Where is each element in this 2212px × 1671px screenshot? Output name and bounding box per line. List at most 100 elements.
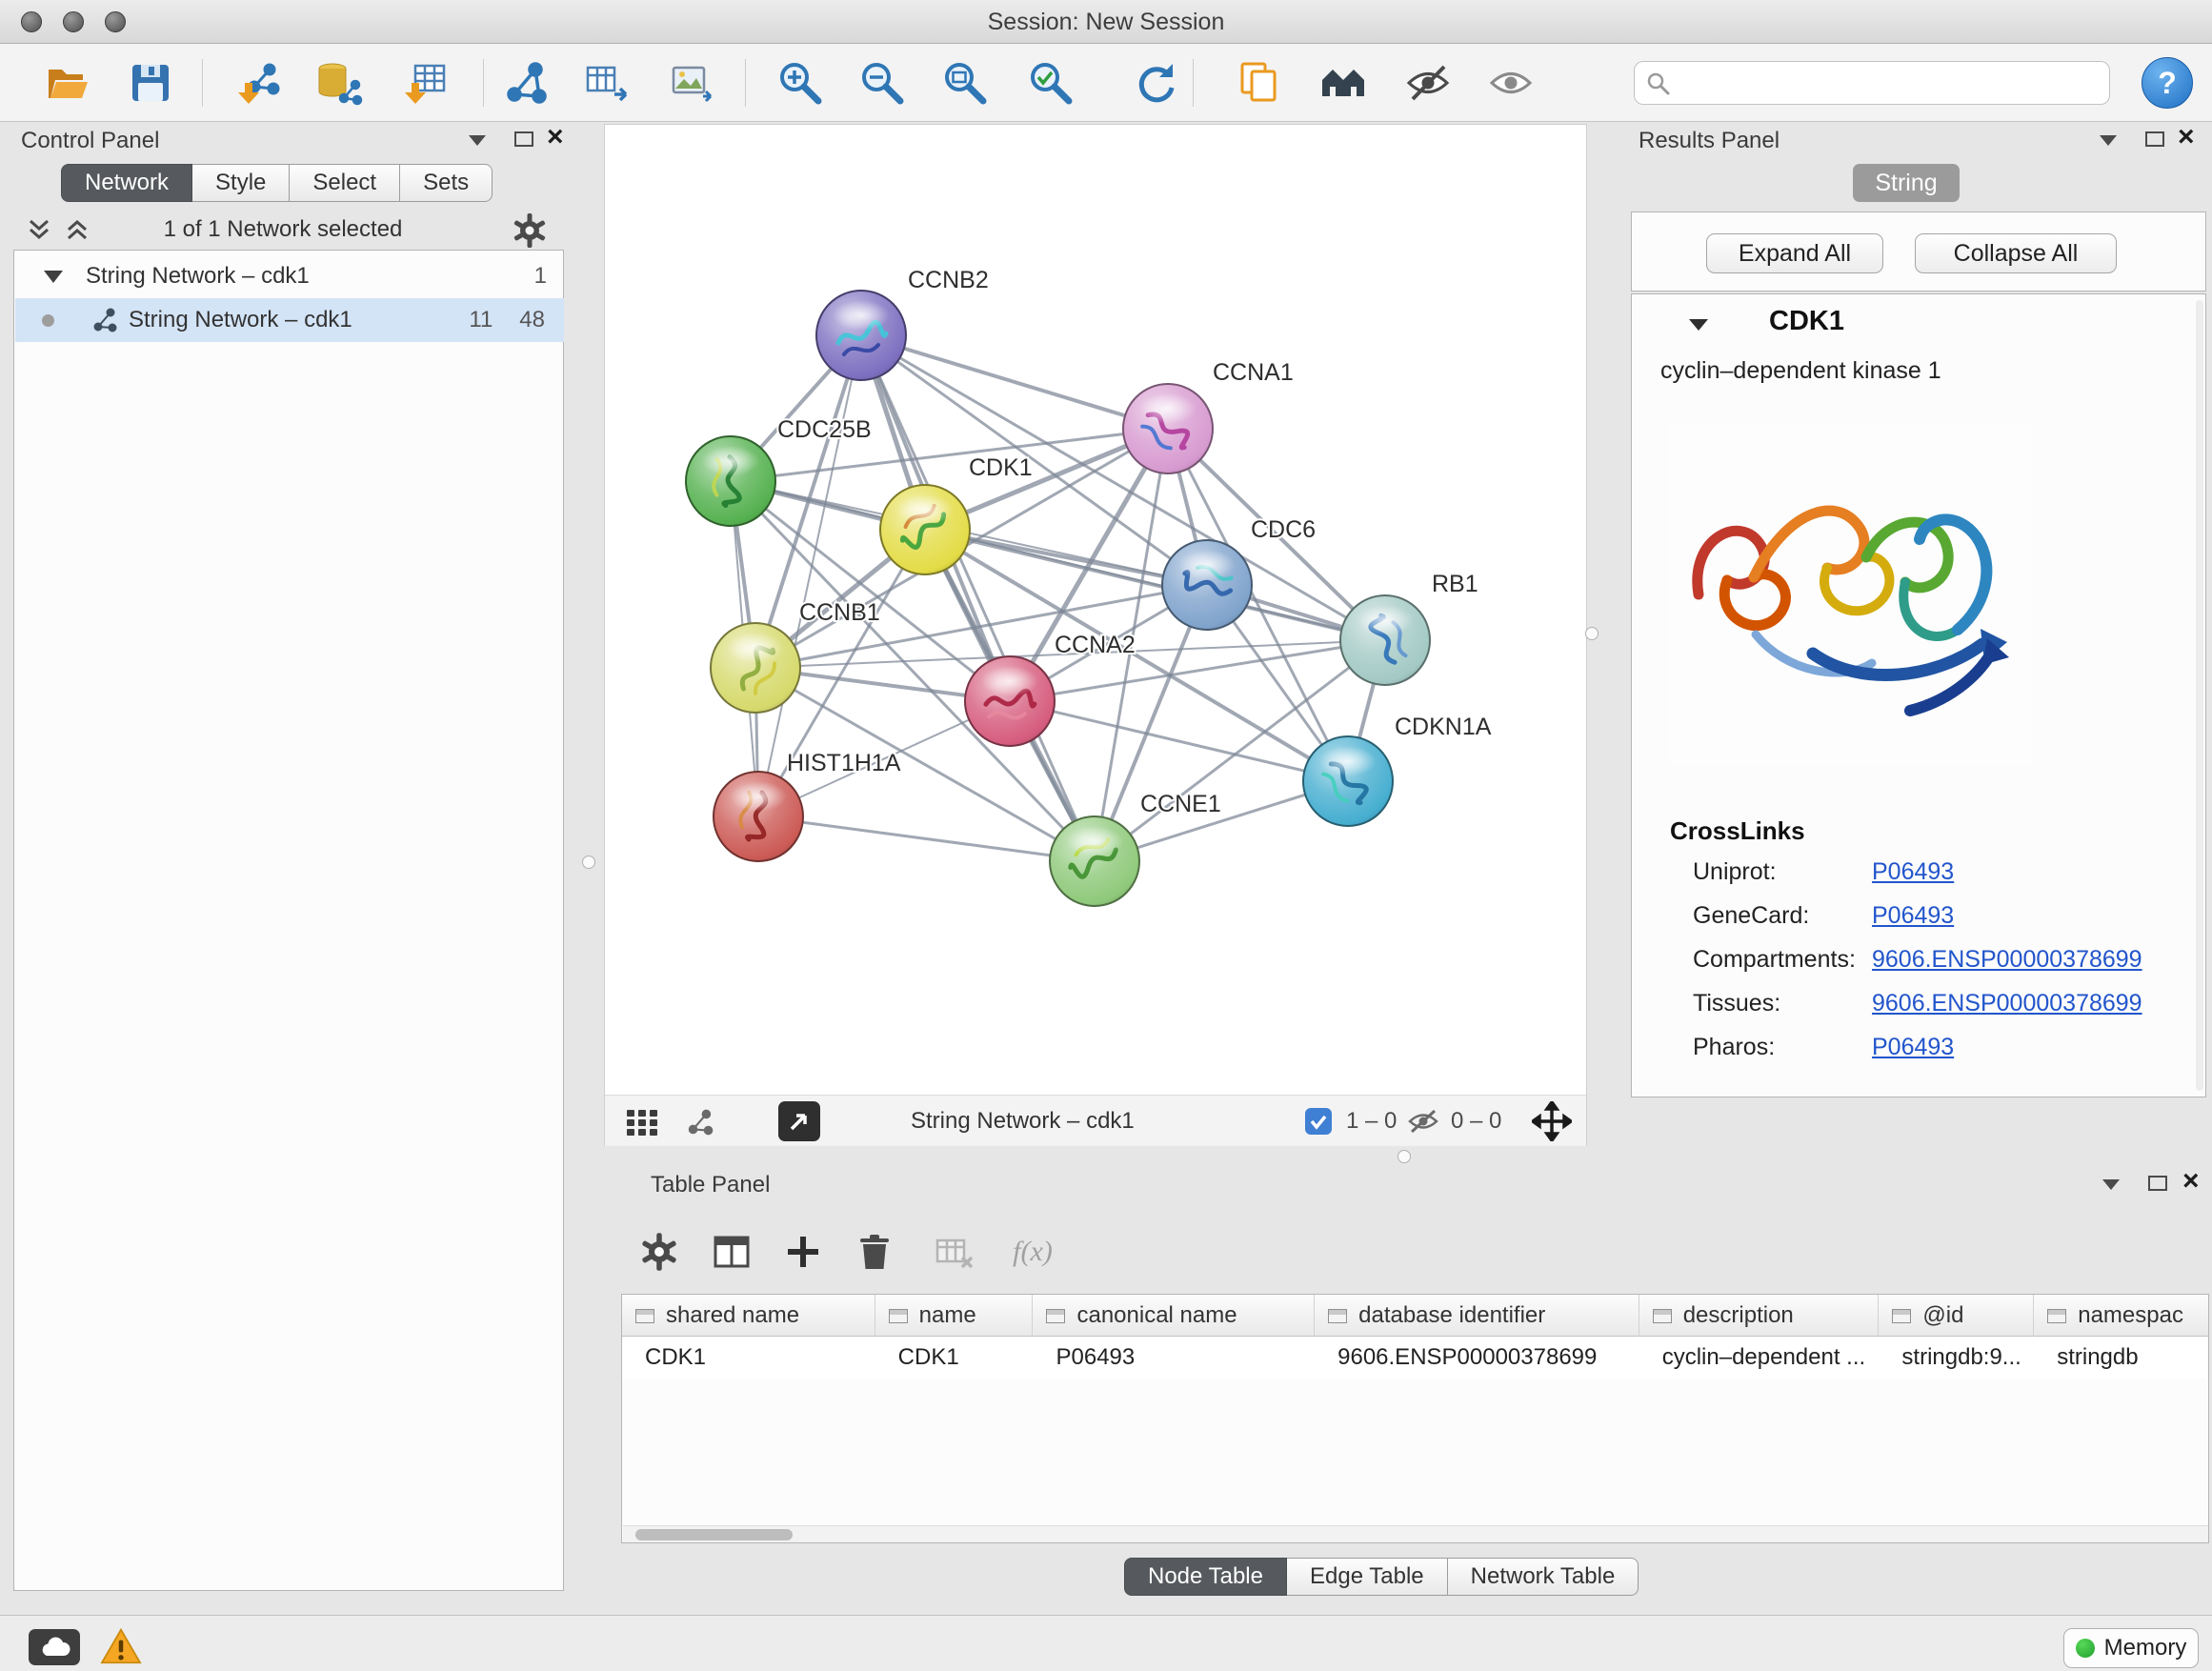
- cell-description[interactable]: cyclin–dependent ...: [1639, 1337, 1880, 1379]
- network-edge[interactable]: [861, 335, 1168, 429]
- network-edge[interactable]: [758, 335, 861, 816]
- clone-network-button[interactable]: [497, 54, 554, 111]
- uniprot-link[interactable]: P06493: [1872, 858, 1954, 885]
- network-edge[interactable]: [1010, 701, 1348, 781]
- table-options-button[interactable]: [634, 1227, 684, 1277]
- tab-select[interactable]: Select: [290, 164, 400, 202]
- tab-string[interactable]: String: [1853, 164, 1960, 202]
- network-row[interactable]: String Network – cdk1 11 48: [15, 298, 564, 342]
- pharos-link[interactable]: P06493: [1872, 1034, 1954, 1060]
- fit-selected-crosshair-icon[interactable]: [1532, 1101, 1572, 1141]
- network-node[interactable]: HIST1H1A: [714, 750, 901, 861]
- node-label: CCNB2: [908, 267, 989, 293]
- create-network-from-table-button[interactable]: [578, 54, 635, 111]
- save-session-button[interactable]: [122, 54, 179, 111]
- collection-expander-icon[interactable]: [44, 271, 63, 283]
- grid-view-icon[interactable]: [626, 1109, 660, 1136]
- help-button[interactable]: ?: [2142, 57, 2193, 109]
- collapse-panel-icon[interactable]: [469, 135, 486, 146]
- expand-all-networks-icon[interactable]: [25, 215, 53, 244]
- network-edge[interactable]: [861, 335, 1095, 861]
- column-header-canonical-name[interactable]: canonical name: [1033, 1295, 1315, 1337]
- network-options-gear-icon[interactable]: [511, 211, 549, 250]
- tab-sets[interactable]: Sets: [400, 164, 493, 202]
- scrollbar-thumb[interactable]: [635, 1529, 793, 1540]
- table-row[interactable]: CDK1 CDK1 P06493 9606.ENSP00000378699 cy…: [622, 1337, 2208, 1379]
- network-node[interactable]: CCNB2: [816, 267, 989, 380]
- close-panel-icon[interactable]: ×: [2182, 1170, 2200, 1193]
- export-image-button[interactable]: [663, 54, 720, 111]
- genecard-link[interactable]: P06493: [1872, 902, 1954, 929]
- close-panel-icon[interactable]: ×: [2178, 126, 2195, 149]
- cell-name[interactable]: CDK1: [875, 1337, 1034, 1379]
- network-edge[interactable]: [758, 816, 1095, 861]
- memory-button[interactable]: Memory: [2063, 1628, 2199, 1668]
- import-network-from-file-button[interactable]: [230, 54, 287, 111]
- zoom-fit-button[interactable]: [936, 54, 994, 111]
- left-splitter-handle[interactable]: [582, 856, 595, 869]
- column-header-description[interactable]: description: [1639, 1295, 1880, 1337]
- network-node[interactable]: CCNB1: [711, 599, 880, 713]
- home-layout-button[interactable]: [1316, 54, 1373, 111]
- tab-edge-table[interactable]: Edge Table: [1287, 1558, 1448, 1596]
- results-scrollbar[interactable]: [2196, 300, 2203, 1091]
- copy-document-button[interactable]: [1230, 54, 1287, 111]
- network-node[interactable]: CDKN1A: [1303, 714, 1492, 826]
- bottom-splitter-handle[interactable]: [1398, 1150, 1411, 1163]
- import-table-from-file-button[interactable]: [396, 54, 453, 111]
- float-panel-icon[interactable]: [2145, 131, 2164, 147]
- tab-node-table[interactable]: Node Table: [1124, 1558, 1287, 1596]
- cell-shared-name[interactable]: CDK1: [622, 1337, 875, 1379]
- open-in-new-window-button[interactable]: [778, 1101, 820, 1141]
- network-status-dot: [42, 314, 54, 327]
- compartments-link[interactable]: 9606.ENSP00000378699: [1872, 946, 2142, 973]
- selected-checkbox-icon[interactable]: [1305, 1108, 1332, 1135]
- network-canvas[interactable]: CCNB2CCNA1CDC25BCDK1CDC6RB1CCNB1CCNA2CDK…: [605, 125, 1586, 1093]
- column-header-database-identifier[interactable]: database identifier: [1315, 1295, 1639, 1337]
- delete-columns-button[interactable]: [850, 1227, 899, 1277]
- birds-eye-view-icon[interactable]: [685, 1107, 715, 1137]
- tab-network[interactable]: Network: [61, 164, 192, 202]
- tab-style[interactable]: Style: [192, 164, 290, 202]
- network-collection-row[interactable]: String Network – cdk1 1: [15, 254, 564, 298]
- zoom-selected-button[interactable]: [1022, 54, 1079, 111]
- hide-annotations-button[interactable]: [1399, 54, 1457, 111]
- section-expander-icon[interactable]: [1687, 317, 1710, 332]
- refresh-button[interactable]: [1127, 54, 1184, 111]
- collapse-all-button[interactable]: Collapse All: [1915, 233, 2117, 273]
- collection-network-count: 1: [534, 263, 547, 290]
- float-panel-icon[interactable]: [2148, 1176, 2167, 1191]
- collapse-all-networks-icon[interactable]: [63, 215, 91, 244]
- close-panel-icon[interactable]: ×: [547, 126, 564, 149]
- zoom-in-button[interactable]: [772, 54, 829, 111]
- create-column-button[interactable]: [778, 1227, 828, 1277]
- show-columns-button[interactable]: [707, 1227, 756, 1277]
- search-input[interactable]: [1679, 64, 2098, 102]
- float-panel-icon[interactable]: [514, 131, 533, 147]
- cell-namespace[interactable]: stringdb: [2034, 1337, 2208, 1379]
- cell-id[interactable]: stringdb:9...: [1879, 1337, 2034, 1379]
- tissues-link[interactable]: 9606.ENSP00000378699: [1872, 990, 2142, 1017]
- cell-canonical-name[interactable]: P06493: [1033, 1337, 1315, 1379]
- show-graphics-details-button[interactable]: [1482, 54, 1539, 111]
- right-splitter-handle[interactable]: [1585, 627, 1599, 640]
- cloud-status-button[interactable]: [29, 1629, 80, 1665]
- column-header-namespace[interactable]: namespac: [2034, 1295, 2208, 1337]
- network-node[interactable]: CCNA1: [1123, 359, 1294, 473]
- import-network-from-database-button[interactable]: [310, 54, 367, 111]
- network-node[interactable]: CCNE1: [1050, 791, 1221, 906]
- network-node[interactable]: CDK1: [880, 454, 1033, 574]
- cell-database-identifier[interactable]: 9606.ENSP00000378699: [1315, 1337, 1639, 1379]
- tab-network-table[interactable]: Network Table: [1448, 1558, 1639, 1596]
- hidden-eye-slash-icon[interactable]: [1407, 1108, 1439, 1135]
- collapse-panel-icon[interactable]: [2102, 1179, 2120, 1190]
- warning-button[interactable]: [99, 1627, 145, 1665]
- column-header-shared-name[interactable]: shared name: [622, 1295, 875, 1337]
- column-header-name[interactable]: name: [875, 1295, 1034, 1337]
- column-header-id[interactable]: @id: [1879, 1295, 2034, 1337]
- open-session-button[interactable]: [38, 54, 95, 111]
- network-node[interactable]: RB1: [1340, 571, 1478, 685]
- zoom-out-button[interactable]: [854, 54, 911, 111]
- collapse-panel-icon[interactable]: [2100, 135, 2117, 146]
- expand-all-button[interactable]: Expand All: [1706, 233, 1883, 273]
